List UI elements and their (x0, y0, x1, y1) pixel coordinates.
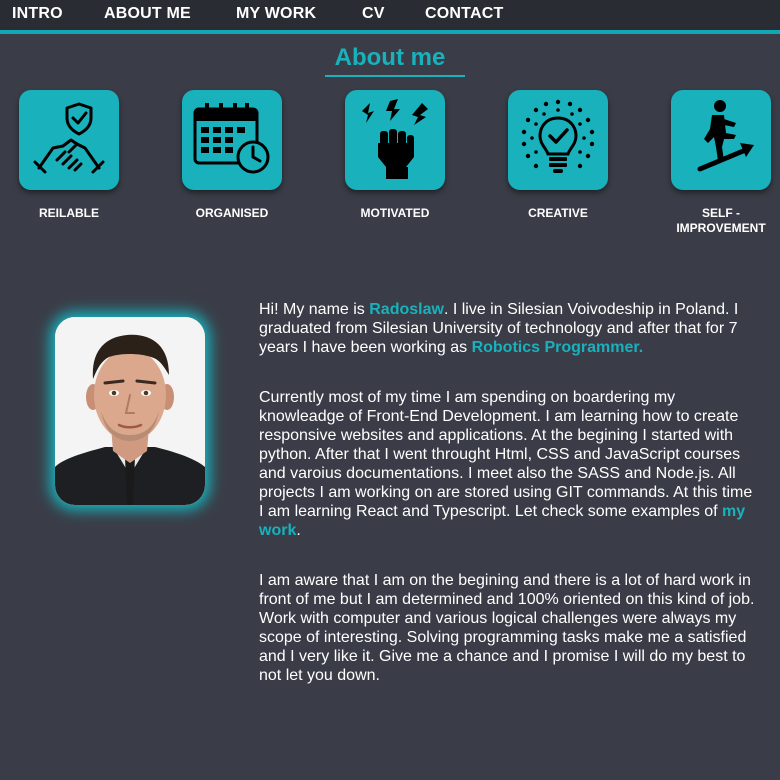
section-title: About me (334, 44, 446, 71)
nav-my-work[interactable]: MY WORK (236, 5, 316, 23)
trait-label: REILABLE (39, 206, 99, 220)
trait-motivated: MOTIVATED (335, 90, 455, 221)
name-highlight: Radoslaw (369, 301, 444, 318)
nav-contact[interactable]: CONTACT (425, 5, 503, 23)
trait-creative: CREATIVE (498, 90, 618, 221)
role-highlight: Robotics Programmer. (471, 339, 644, 356)
trait-label: MOTIVATED (360, 206, 430, 220)
nav-intro[interactable]: INTRO (12, 5, 63, 23)
trait-icon-box (345, 90, 445, 190)
bio-text: Hi! My name is Radoslaw. I live in Siles… (259, 300, 759, 716)
bio-paragraph-intro: Hi! My name is Radoslaw. I live in Siles… (259, 301, 739, 356)
trait-icon-box (19, 90, 119, 190)
trait-organised: ORGANISED (172, 90, 292, 221)
trait-icon-box (671, 90, 771, 190)
trait-label: ORGANISED (195, 206, 269, 220)
calendar-clock-icon (193, 103, 270, 174)
trait-icon-box (508, 90, 608, 190)
nav-cv[interactable]: CV (362, 5, 385, 23)
trait-label: SELF - IMPROVEMENT (676, 206, 766, 235)
bio-paragraph-learning: Currently most of my time I am spending … (259, 389, 753, 539)
lightbulb-idea-icon (521, 99, 595, 173)
climbing-stairs-icon (697, 100, 754, 172)
trait-icon-box (182, 90, 282, 190)
raised-fist-icon (362, 99, 428, 179)
trait-label: CREATIVE (528, 206, 588, 220)
profile-photo (55, 317, 205, 505)
trait-reliable: REILABLE (9, 90, 129, 221)
handshake-shield-icon (33, 102, 105, 174)
top-nav: INTRO ABOUT ME MY WORK CV CONTACT (0, 0, 780, 34)
portrait-image (55, 317, 205, 505)
bio-paragraph-motivation: I am aware that I am on the begining and… (259, 572, 755, 684)
nav-about-me[interactable]: ABOUT ME (104, 5, 191, 23)
trait-self-improvement: SELF - IMPROVEMENT (661, 90, 780, 236)
title-underline (325, 75, 465, 77)
